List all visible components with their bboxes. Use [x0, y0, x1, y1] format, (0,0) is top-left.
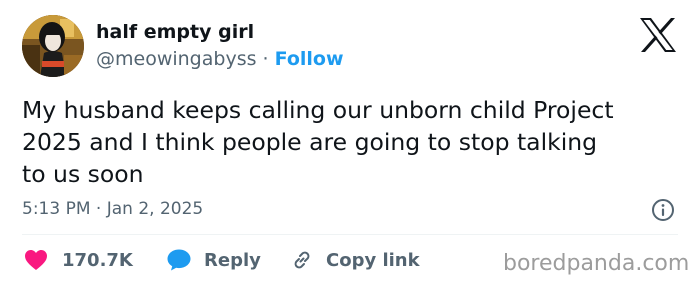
- watermark: boredpanda.com: [503, 251, 690, 276]
- x-logo-icon[interactable]: [638, 17, 678, 53]
- avatar-image: [22, 15, 84, 77]
- info-icon[interactable]: [651, 198, 675, 222]
- like-button[interactable]: 170.7K: [24, 246, 133, 274]
- author-handle[interactable]: @meowingabyss: [96, 48, 257, 70]
- avatar[interactable]: [22, 15, 84, 77]
- author-handle-row: @meowingabyss · Follow: [96, 47, 344, 71]
- follow-button[interactable]: Follow: [275, 48, 344, 70]
- reply-label: Reply: [204, 249, 261, 271]
- separator-dot: ·: [262, 48, 269, 70]
- copy-link-label: Copy link: [326, 249, 420, 271]
- tweet-text: My husband keeps calling our unborn chil…: [22, 96, 614, 188]
- tweet-timestamp[interactable]: 5:13 PM · Jan 2, 2025: [22, 198, 203, 220]
- like-count: 170.7K: [62, 249, 133, 271]
- author-name[interactable]: half empty girl: [96, 20, 254, 44]
- link-icon: [294, 251, 310, 269]
- copy-link-button[interactable]: Copy link: [290, 246, 420, 274]
- divider: [22, 234, 678, 235]
- speech-bubble-icon: [167, 249, 191, 271]
- reply-button[interactable]: Reply: [166, 246, 261, 274]
- heart-icon: [25, 250, 47, 270]
